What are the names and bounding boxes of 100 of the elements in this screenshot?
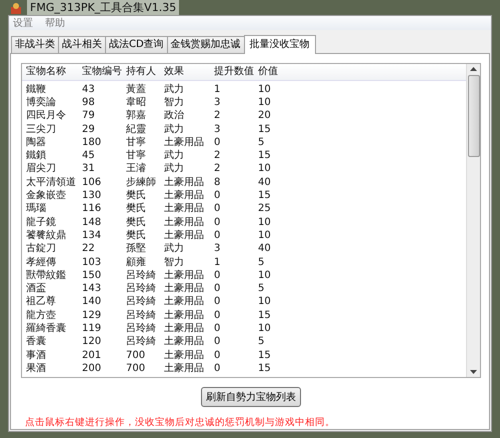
table-cell-text: 15	[257, 124, 272, 136]
table-cell-text: 0	[213, 283, 222, 296]
table-cell-text: 700	[125, 362, 146, 375]
table-cell-text: 饕餮紋鼎	[25, 230, 67, 242]
table-cell-text: 土豪用品	[163, 203, 205, 216]
table-cell-text: 土豪用品	[163, 190, 205, 202]
table-cell-text: 25	[257, 203, 272, 216]
table-cell-text: 15	[257, 350, 272, 362]
scrollbar[interactable]	[466, 64, 480, 377]
table-cell-text: 98	[81, 96, 96, 109]
table-cell-text: 0	[213, 216, 222, 229]
column-header[interactable]: 提升数值	[210, 66, 254, 78]
table-cell-text: 2	[213, 110, 222, 122]
table-cell-text: 呂玲綺	[125, 296, 157, 308]
table-cell-text: 3	[213, 124, 222, 136]
table-cell-text: 孝經傳	[25, 256, 57, 268]
table-cell-text: 116	[81, 203, 102, 216]
table-cell-text: 土豪用品	[163, 336, 205, 348]
table-cell-text: 15	[257, 190, 272, 202]
table-cell-text: 0	[213, 336, 222, 348]
table-cell-text: 119	[81, 322, 102, 335]
table-cell-text: 40	[257, 243, 272, 256]
table-cell-text: 樊氏	[125, 190, 147, 202]
table-cell-text: 酒盃	[25, 283, 47, 296]
table-cell-text: 武力	[163, 124, 185, 136]
tab[interactable]: 非战斗类	[11, 36, 59, 53]
table-cell-text: 獸帶紋鑑	[25, 270, 67, 282]
menu-item[interactable]: 帮助	[45, 16, 65, 30]
table-cell-text: 0	[213, 230, 222, 242]
table-cell-text: 鐵鞭	[25, 84, 47, 96]
table-cell-text: 15	[257, 310, 272, 322]
table-cell-text: 古錠刀	[25, 243, 57, 256]
table-cell-text: 孫堅	[125, 243, 147, 256]
table-cell-text: 10	[257, 296, 272, 308]
table-cell-text: 黃蓋	[125, 84, 147, 96]
table-cell-text: 2	[213, 163, 222, 176]
table-cell-text: 三尖刀	[25, 124, 57, 136]
table-cell-text: 5	[257, 336, 266, 348]
table-cell-text: 201	[81, 350, 102, 362]
table-cell-text: 45	[81, 150, 96, 162]
table-cell-text: 呂玲綺	[125, 336, 157, 348]
table-cell-text: 120	[81, 336, 102, 348]
table-cell-text: 0	[213, 350, 222, 362]
table-cell-text: 15	[257, 362, 272, 375]
table-cell-text: 700	[125, 350, 146, 362]
scroll-up-icon[interactable]	[470, 67, 477, 71]
table-cell-text: 10	[257, 163, 272, 176]
table-cell-text: 2	[213, 150, 222, 162]
table-cell-text: 22	[81, 243, 96, 256]
scroll-down-icon[interactable]	[470, 370, 477, 374]
table-cell-text: 羅綺香囊	[25, 322, 67, 335]
table-cell-text: 金象嵌壺	[25, 190, 67, 202]
table-cell-text: 龍子鏡	[25, 216, 57, 229]
table-cell-text: 40	[257, 176, 272, 189]
table-cell-text: 106	[81, 176, 102, 189]
table-cell-text: 0	[213, 190, 222, 202]
table-cell-text: 10	[257, 322, 272, 335]
column-header[interactable]: 宝物编号	[78, 66, 122, 78]
hint-text: 点击鼠标右键进行操作，没收宝物后对忠诚的惩罚机制与游戏中相同。	[24, 416, 336, 429]
column-header[interactable]: 价值	[254, 66, 298, 78]
table-cell-text: 太平清領道	[25, 176, 77, 189]
table-cell-text: 10	[257, 230, 272, 242]
table-cell-text: 103	[81, 256, 102, 268]
table-cell-text: 土豪用品	[163, 230, 205, 242]
table-cell-text: 土豪用品	[163, 296, 205, 308]
column-header[interactable]: 持有人	[122, 66, 160, 78]
column-header[interactable]: 宝物名称	[22, 66, 78, 78]
table-cell-text: 150	[81, 270, 102, 282]
tab[interactable]: 战斗相关	[58, 36, 106, 53]
tab[interactable]: 战法CD查询	[105, 36, 168, 53]
table-cell-text: 呂玲綺	[125, 270, 157, 282]
table-cell-text: 王濬	[125, 163, 147, 176]
table-cell-text: 博奕論	[25, 96, 57, 109]
table-cell-text: 土豪用品	[163, 283, 205, 296]
refresh-button[interactable]: 刷新自勢力宝物列表	[201, 387, 301, 407]
table-cell-text: 土豪用品	[163, 136, 205, 149]
table-cell-text: 1	[213, 84, 222, 96]
table-cell-text: 事酒	[25, 350, 47, 362]
table-cell-text: 0	[213, 362, 222, 375]
table-cell-text: 180	[81, 136, 102, 149]
table-cell-text: 140	[81, 296, 102, 308]
table-cell-text: 5	[257, 136, 266, 149]
table-cell-text: 0	[213, 203, 222, 216]
table-cell-text: 10	[257, 270, 272, 282]
table-cell-text: 顧雍	[125, 256, 147, 268]
column-header[interactable]: 效果	[160, 66, 210, 78]
table-cell-text: 樊氏	[125, 216, 147, 229]
table-cell-text: 0	[213, 310, 222, 322]
table-cell-text: 134	[81, 230, 102, 242]
scroll-thumb[interactable]	[468, 75, 480, 157]
tab[interactable]: 批量没收宝物	[244, 35, 316, 54]
table-cell-text: 智力	[163, 96, 185, 109]
table-cell-text: 鐵鎖	[25, 150, 47, 162]
menu-item[interactable]: 设置	[13, 16, 33, 30]
tab[interactable]: 金钱赏赐加忠诚	[166, 36, 245, 53]
table-cell-text: 15	[257, 150, 272, 162]
table-cell-text: 土豪用品	[163, 350, 205, 362]
table-cell-text: 呂玲綺	[125, 322, 157, 335]
table-cell-text: 武力	[163, 163, 185, 176]
table-cell-text: 8	[213, 176, 222, 189]
